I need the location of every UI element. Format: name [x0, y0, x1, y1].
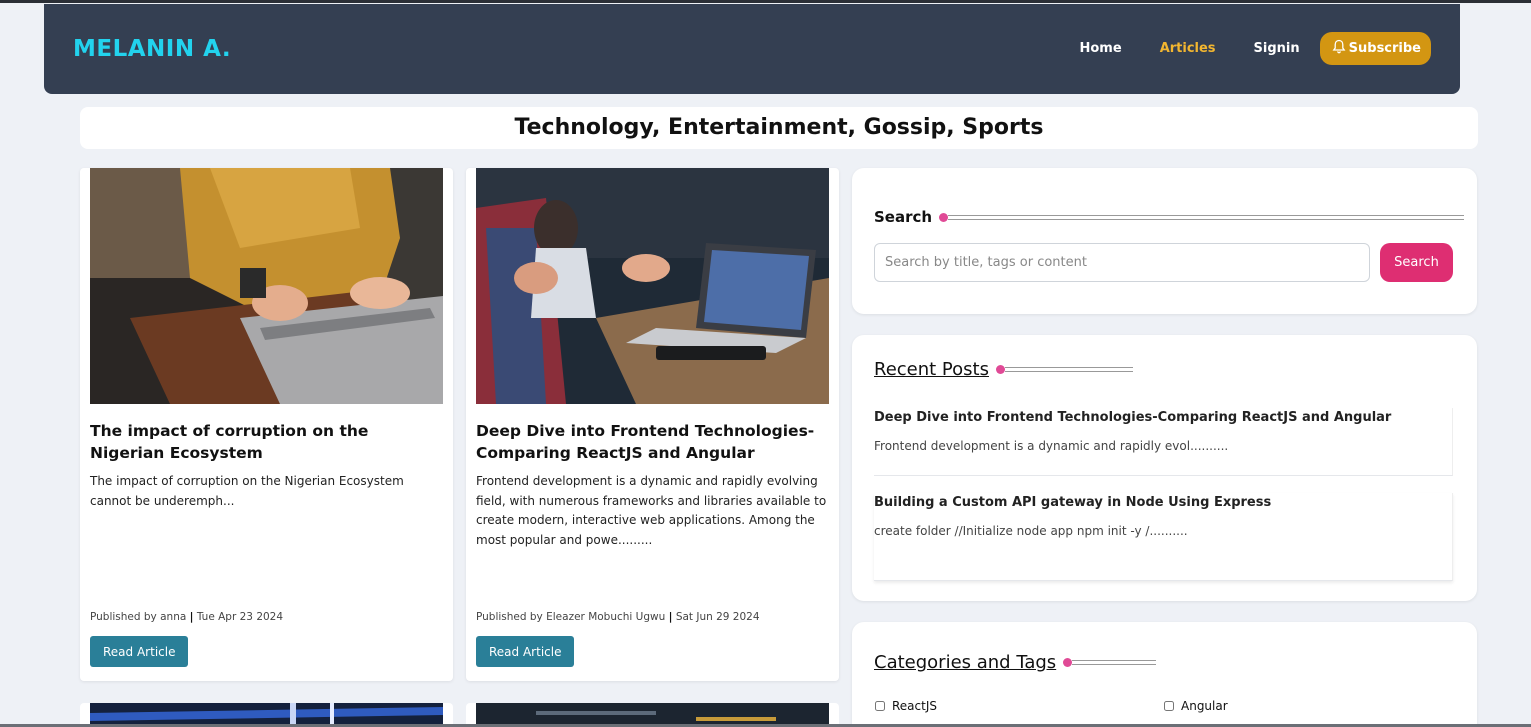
- nav-signin[interactable]: Signin: [1254, 41, 1300, 56]
- tag-checkbox[interactable]: [875, 701, 885, 711]
- search-button[interactable]: Search: [1380, 243, 1453, 282]
- recent-post-title[interactable]: Building a Custom API gateway in Node Us…: [874, 495, 1271, 510]
- brand-logo[interactable]: MELANIN A.: [73, 36, 231, 62]
- article-author: Eleazer Mobuchi Ugwu: [546, 611, 666, 623]
- categories-title: Categories and Tags: [874, 652, 1057, 673]
- tag-label: Angular: [1181, 699, 1228, 713]
- search-title: Search: [874, 208, 933, 226]
- meta-separator: |: [668, 611, 673, 623]
- published-prefix: Published by: [476, 611, 543, 623]
- recent-title: Recent Posts: [874, 359, 989, 380]
- article-card: Deep Dive into Frontend Technologies-Com…: [466, 168, 839, 681]
- recent-post-title[interactable]: Deep Dive into Frontend Technologies-Com…: [874, 410, 1391, 425]
- heading-dot: [995, 365, 1005, 374]
- article-meta: Published by Eleazer Mobuchi Ugwu | Sat …: [476, 611, 760, 623]
- article-card: The impact of corruption on the Nigerian…: [80, 168, 453, 681]
- tag-label: ReactJS: [892, 699, 937, 713]
- published-prefix: Published by: [90, 611, 157, 623]
- recent-heading: Recent Posts: [874, 359, 1133, 380]
- article-date: Sat Jun 29 2024: [675, 611, 760, 623]
- article-excerpt: Frontend development is a dynamic and ra…: [476, 474, 827, 547]
- main-nav: Home Articles Signin Subscribe: [1042, 32, 1431, 65]
- article-date: Tue Apr 23 2024: [196, 611, 284, 623]
- nav-home[interactable]: Home: [1080, 41, 1122, 56]
- subscribe-button[interactable]: Subscribe: [1319, 32, 1431, 65]
- subscribe-label: Subscribe: [1348, 41, 1421, 56]
- categories-panel: Categories and Tags ReactJS Angular: [852, 622, 1477, 727]
- site-header: MELANIN A. Home Articles Signin Subscrib…: [44, 4, 1460, 94]
- article-meta: Published by anna | Tue Apr 23 2024: [90, 611, 283, 623]
- window-top-border: [0, 0, 1531, 3]
- recent-post-item[interactable]: Deep Dive into Frontend Technologies-Com…: [874, 408, 1453, 476]
- article-image[interactable]: [476, 168, 829, 404]
- recent-posts-panel: Recent Posts Deep Dive into Frontend Tec…: [852, 335, 1477, 601]
- recent-post-excerpt: Frontend development is a dynamic and ra…: [874, 439, 1229, 453]
- recent-post-item[interactable]: Building a Custom API gateway in Node Us…: [874, 493, 1453, 581]
- heading-rule: [948, 214, 1465, 220]
- tag-reactjs[interactable]: ReactJS: [875, 699, 937, 713]
- tag-angular[interactable]: Angular: [1164, 699, 1228, 713]
- article-author: anna: [160, 611, 187, 623]
- heading-dot: [939, 212, 949, 222]
- page-title: Technology, Entertainment, Gossip, Sport…: [514, 115, 1044, 140]
- search-input[interactable]: [874, 243, 1370, 282]
- read-article-button[interactable]: Read Article: [90, 636, 189, 667]
- meta-separator: |: [189, 611, 194, 623]
- heading-rule: [1072, 660, 1157, 665]
- categories-heading: Categories and Tags: [874, 652, 1157, 673]
- heading-rule: [1004, 367, 1133, 372]
- search-heading: Search: [874, 208, 1465, 226]
- heading-dot: [1063, 658, 1073, 667]
- category-banner: Technology, Entertainment, Gossip, Sport…: [80, 107, 1478, 149]
- article-excerpt: The impact of corruption on the Nigerian…: [90, 474, 404, 508]
- bell-icon: [1332, 39, 1346, 58]
- article-title[interactable]: The impact of corruption on the Nigerian…: [90, 420, 440, 464]
- recent-post-excerpt: create folder //Initialize node app npm …: [874, 524, 1188, 538]
- article-title[interactable]: Deep Dive into Frontend Technologies-Com…: [476, 420, 826, 464]
- nav-articles[interactable]: Articles: [1160, 41, 1216, 56]
- search-panel: Search Search: [852, 168, 1477, 314]
- tag-checkbox[interactable]: [1164, 701, 1174, 711]
- article-image[interactable]: [90, 168, 443, 404]
- read-article-button[interactable]: Read Article: [476, 636, 575, 667]
